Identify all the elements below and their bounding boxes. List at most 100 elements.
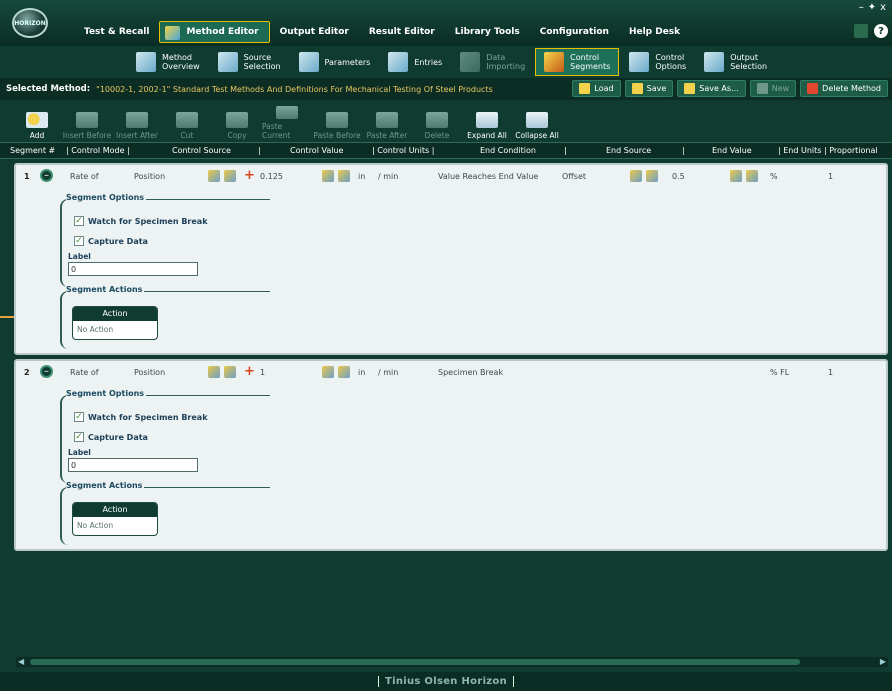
close-icon[interactable]: x (880, 2, 886, 13)
help-icon[interactable]: ? (874, 24, 888, 38)
proportional[interactable]: 1 (828, 172, 833, 181)
tab-help-desk[interactable]: Help Desk (619, 24, 690, 40)
formula-icon[interactable] (630, 170, 642, 182)
control-value[interactable]: 0.125 (260, 172, 283, 181)
formula-icon[interactable] (208, 170, 220, 182)
save-button[interactable]: Save (624, 80, 674, 97)
label-input[interactable] (68, 262, 198, 276)
tab-test-recall[interactable]: Test & Recall (74, 24, 159, 40)
add-button[interactable]: Add (12, 106, 62, 140)
collapse-all-button[interactable]: Collapse All (512, 106, 562, 140)
control-unit-time[interactable]: / min (378, 368, 398, 377)
formula-icon[interactable] (322, 170, 334, 182)
toolbar-label: Delete (424, 131, 450, 140)
end-condition[interactable]: Value Reaches End Value (438, 172, 538, 181)
expand-all-button[interactable]: Expand All (462, 106, 512, 140)
end-units[interactable]: % (770, 172, 778, 181)
control-source[interactable]: Position (134, 368, 165, 377)
logo-text: HORIZON (14, 19, 46, 27)
output-selection-icon (704, 52, 725, 72)
subtab-data-importing[interactable]: Data Importing (452, 48, 533, 76)
main-tabs: Test & Recall Method Editor Output Edito… (74, 21, 690, 43)
control-unit-length[interactable]: in (358, 368, 365, 377)
action-value[interactable]: No Action (73, 517, 157, 535)
tab-result-editor[interactable]: Result Editor (359, 24, 445, 40)
insert-before-button[interactable]: Insert Before (62, 106, 112, 140)
subtab-method-overview[interactable]: Method Overview (128, 48, 208, 76)
segment-row[interactable]: 1 – Rate of Position + 0.125 in / min Va… (14, 163, 888, 355)
proportional[interactable]: 1 (828, 368, 833, 377)
variable-icon[interactable] (224, 366, 236, 378)
subtab-output-selection[interactable]: Output Selection (696, 48, 775, 76)
variable-icon[interactable] (338, 366, 350, 378)
control-mode[interactable]: Rate of (70, 368, 99, 377)
scrollbar-thumb[interactable] (30, 659, 800, 665)
paste-after-button[interactable]: Paste After (362, 106, 412, 140)
control-unit-length[interactable]: in (358, 172, 365, 181)
tab-configuration[interactable]: Configuration (530, 24, 619, 40)
variable-icon[interactable] (224, 170, 236, 182)
entries-icon (388, 52, 409, 72)
paste-before-button[interactable]: Paste Before (312, 106, 362, 140)
minimize-icon[interactable]: – (859, 2, 864, 13)
collapse-segment-icon[interactable]: – (40, 365, 53, 378)
variable-icon[interactable] (338, 170, 350, 182)
action-box[interactable]: Action No Action (72, 306, 158, 340)
end-units[interactable]: % FL (770, 368, 789, 377)
tab-output-editor[interactable]: Output Editor (270, 24, 359, 40)
tab-library-tools[interactable]: Library Tools (445, 24, 530, 40)
capture-data-checkbox[interactable]: ✓ Capture Data (74, 432, 148, 442)
variable-icon[interactable] (646, 170, 658, 182)
copy-button[interactable]: Copy (212, 106, 262, 140)
button-label: New (771, 84, 790, 93)
plus-icon[interactable]: + (244, 168, 255, 183)
toolbar-label: Insert Before (62, 131, 112, 140)
new-button[interactable]: New (749, 80, 797, 97)
plus-icon[interactable]: + (244, 364, 255, 379)
button-label: Delete Method (822, 84, 881, 93)
cut-button[interactable]: Cut (162, 106, 212, 140)
variable-icon[interactable] (746, 170, 758, 182)
segment-row[interactable]: 2 – Rate of Position + 1 in / min Specim… (14, 359, 888, 551)
control-source[interactable]: Position (134, 172, 165, 181)
horizon-logo[interactable]: HORIZON (12, 8, 48, 38)
scroll-right-icon[interactable]: ▶ (880, 657, 886, 666)
subtab-source-selection[interactable]: Source Selection (210, 48, 289, 76)
action-box[interactable]: Action No Action (72, 502, 158, 536)
subtab-control-segments[interactable]: Control Segments (535, 48, 620, 76)
load-icon (579, 83, 591, 94)
action-value[interactable]: No Action (73, 321, 157, 339)
formula-icon[interactable] (208, 366, 220, 378)
end-condition[interactable]: Specimen Break (438, 368, 503, 377)
end-value[interactable]: 0.5 (672, 172, 685, 181)
toolbar-label: Paste Current (262, 122, 291, 140)
paste-current-button[interactable]: Paste Current (262, 106, 312, 140)
label-input[interactable] (68, 458, 198, 472)
delete-button[interactable]: Delete (412, 106, 462, 140)
pin-icon[interactable]: ✦ (868, 2, 876, 13)
checkbox-label: Watch for Specimen Break (88, 412, 208, 422)
subtab-parameters[interactable]: Parameters (291, 48, 379, 76)
end-source[interactable]: Offset (562, 172, 586, 181)
control-value[interactable]: 1 (260, 368, 265, 377)
checkbox-label: Watch for Specimen Break (88, 216, 208, 226)
watch-specimen-break-checkbox[interactable]: ✓ Watch for Specimen Break (74, 216, 208, 226)
save-as-button[interactable]: Save As... (677, 80, 746, 97)
scroll-left-icon[interactable]: ◀ (18, 657, 24, 666)
insert-after-button[interactable]: Insert After (112, 106, 162, 140)
capture-data-checkbox[interactable]: ✓ Capture Data (74, 236, 148, 246)
subtab-entries[interactable]: Entries (380, 48, 450, 76)
panel-icon[interactable] (854, 24, 868, 38)
formula-icon[interactable] (730, 170, 742, 182)
load-button[interactable]: Load (572, 80, 621, 97)
control-mode[interactable]: Rate of (70, 172, 99, 181)
watch-specimen-break-checkbox[interactable]: ✓ Watch for Specimen Break (74, 412, 208, 422)
save-as-icon (684, 83, 696, 94)
control-unit-time[interactable]: / min (378, 172, 398, 181)
subtab-control-options[interactable]: Control Options (621, 48, 694, 76)
delete-method-button[interactable]: Delete Method (800, 80, 888, 97)
collapse-segment-icon[interactable]: – (40, 169, 53, 182)
tab-method-editor[interactable]: Method Editor (159, 21, 270, 43)
horizontal-scrollbar[interactable]: ◀ ▶ (16, 657, 888, 667)
formula-icon[interactable] (322, 366, 334, 378)
